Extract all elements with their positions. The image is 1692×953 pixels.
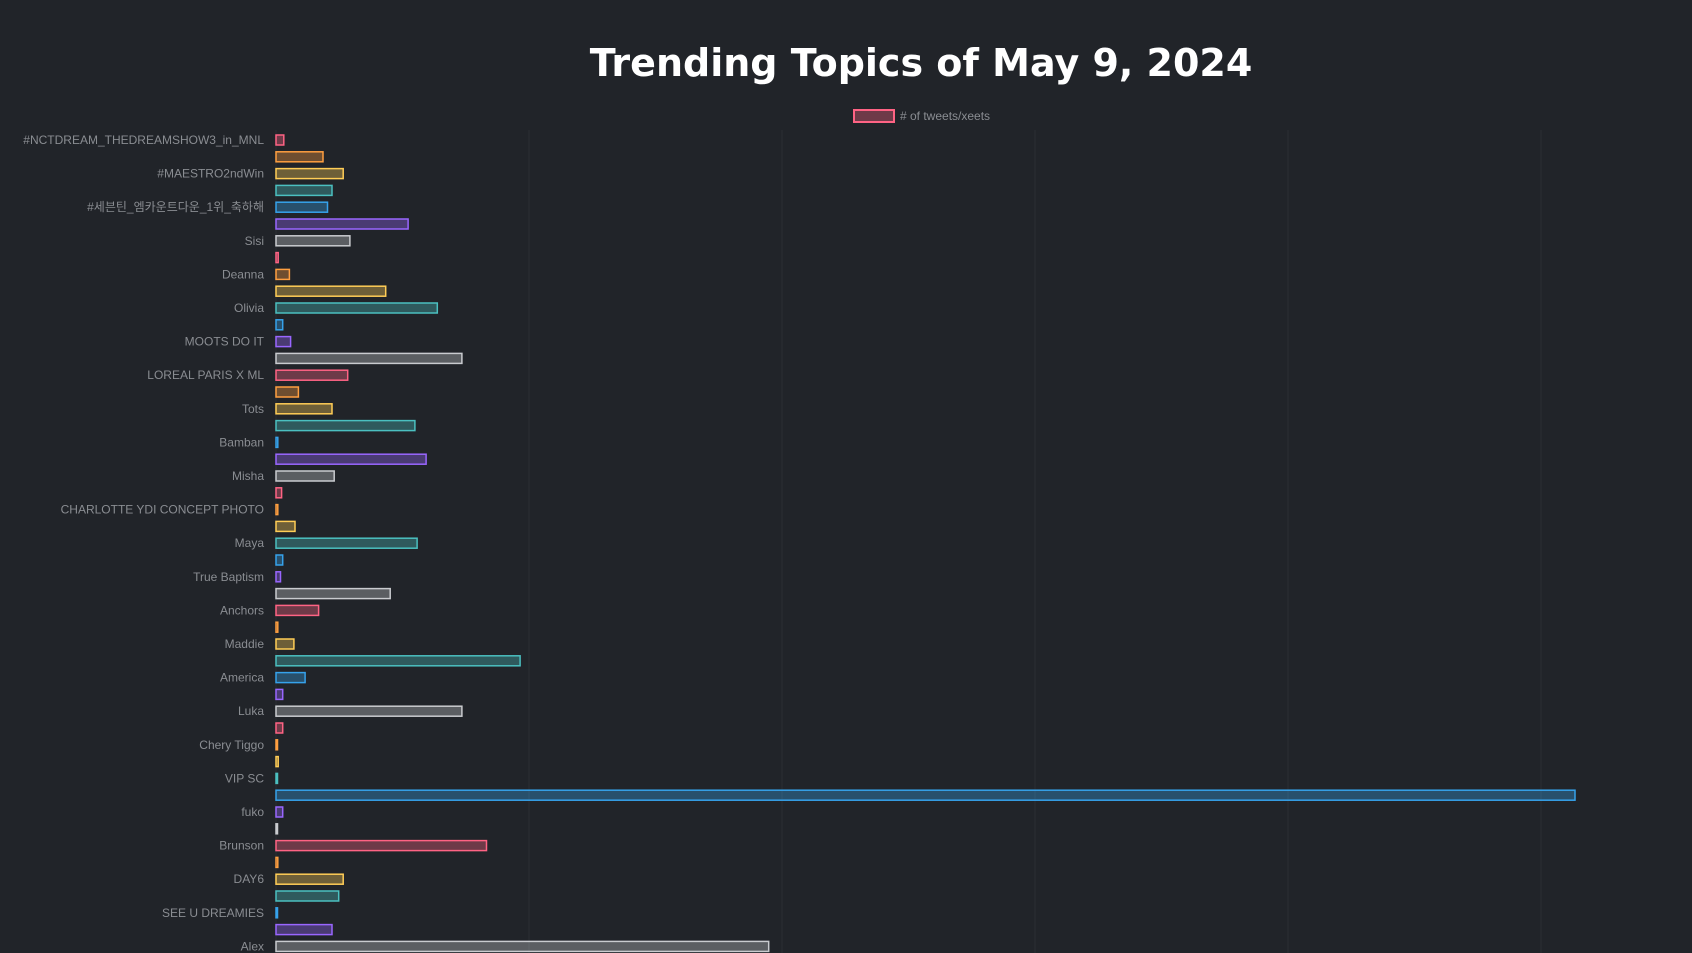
grid-lines	[275, 130, 1542, 953]
bar[interactable]	[275, 167, 344, 180]
y-tick-label: Maya	[235, 536, 265, 550]
bar[interactable]	[275, 319, 284, 331]
bar[interactable]	[275, 218, 409, 230]
bar[interactable]	[275, 554, 284, 566]
y-tick-label: Tots	[242, 402, 264, 416]
y-tick-label: VIP SC	[225, 771, 264, 785]
legend-label: # of tweets/xeets	[900, 109, 990, 123]
bar[interactable]	[275, 755, 279, 768]
y-tick-label: Chery Tiggo	[199, 738, 264, 752]
y-tick-label: Maddie	[225, 637, 265, 651]
bar[interactable]	[275, 235, 351, 247]
bar[interactable]	[275, 739, 279, 751]
bar[interactable]	[275, 470, 335, 482]
bar[interactable]	[275, 722, 284, 734]
bar[interactable]	[275, 419, 416, 432]
bar[interactable]	[275, 923, 333, 936]
bar[interactable]	[275, 806, 284, 818]
bar[interactable]	[275, 487, 283, 499]
bar[interactable]	[275, 823, 279, 835]
bar[interactable]	[275, 436, 279, 449]
y-tick-label: Misha	[232, 469, 264, 483]
bar[interactable]	[275, 251, 279, 264]
bar[interactable]	[275, 386, 300, 398]
bar[interactable]	[275, 503, 279, 516]
legend[interactable]: # of tweets/xeets	[853, 109, 990, 123]
y-tick-label: True Baptism	[193, 570, 264, 584]
bar[interactable]	[275, 789, 1576, 801]
bar[interactable]	[275, 587, 391, 600]
bar[interactable]	[275, 453, 427, 465]
y-tick-label: #세븐틴_엠카운트다운_1위_축하해	[87, 200, 264, 214]
legend-swatch	[853, 109, 895, 123]
bar[interactable]	[275, 352, 463, 365]
bar[interactable]	[275, 134, 285, 146]
bar[interactable]	[275, 335, 292, 348]
bar[interactable]	[275, 772, 279, 785]
bar[interactable]	[275, 201, 329, 213]
bar[interactable]	[275, 184, 333, 197]
y-tick-label: fuko	[241, 805, 264, 819]
bar[interactable]	[275, 839, 488, 852]
bar[interactable]	[275, 621, 279, 633]
y-tick-label: LOREAL PARIS X ML	[147, 368, 264, 382]
y-axis-tick-labels: #NCTDREAM_THEDREAMSHOW3_in_MNL #MAESTRO2n…	[23, 133, 264, 953]
bar[interactable]	[275, 151, 324, 163]
bar[interactable]	[275, 873, 344, 885]
bar[interactable]	[275, 638, 295, 650]
bar[interactable]	[275, 604, 320, 617]
bar[interactable]	[275, 285, 387, 297]
y-tick-label: Sisi	[245, 234, 264, 248]
bar[interactable]	[275, 856, 279, 869]
bar[interactable]	[275, 940, 770, 953]
bar[interactable]	[275, 907, 279, 919]
y-tick-label: CHARLOTTE YDI CONCEPT PHOTO	[61, 503, 264, 517]
trending-topics-chart: Trending Topics of May 9, 2024 # of twee…	[23, 41, 1576, 953]
y-tick-label: Brunson	[219, 839, 264, 853]
y-tick-label: Olivia	[234, 301, 264, 315]
bar[interactable]	[275, 671, 306, 684]
y-tick-label: #MAESTRO2ndWin	[157, 167, 264, 181]
y-tick-label: Bamban	[219, 435, 264, 449]
bar[interactable]	[275, 571, 282, 583]
y-tick-label: Deanna	[222, 267, 264, 281]
y-tick-label: Luka	[238, 704, 264, 718]
bar[interactable]	[275, 369, 349, 381]
bar[interactable]	[275, 537, 418, 549]
bar[interactable]	[275, 520, 296, 533]
y-tick-label: DAY6	[234, 872, 265, 886]
y-tick-label: America	[220, 671, 264, 685]
chart-title: Trending Topics of May 9, 2024	[590, 41, 1253, 85]
y-tick-label: Alex	[241, 939, 264, 953]
bar[interactable]	[275, 302, 439, 314]
y-tick-label: #NCTDREAM_THEDREAMSHOW3_in_MNL	[23, 133, 264, 147]
bar[interactable]	[275, 655, 521, 667]
y-tick-label: MOOTS DO IT	[185, 335, 265, 349]
bar[interactable]	[275, 403, 333, 415]
bar[interactable]	[275, 705, 463, 717]
y-tick-label: Anchors	[220, 603, 264, 617]
bar[interactable]	[275, 688, 284, 701]
bars	[275, 134, 1576, 953]
bar[interactable]	[275, 268, 291, 281]
bar[interactable]	[275, 890, 340, 902]
y-tick-label: SEE U DREAMIES	[162, 906, 264, 920]
